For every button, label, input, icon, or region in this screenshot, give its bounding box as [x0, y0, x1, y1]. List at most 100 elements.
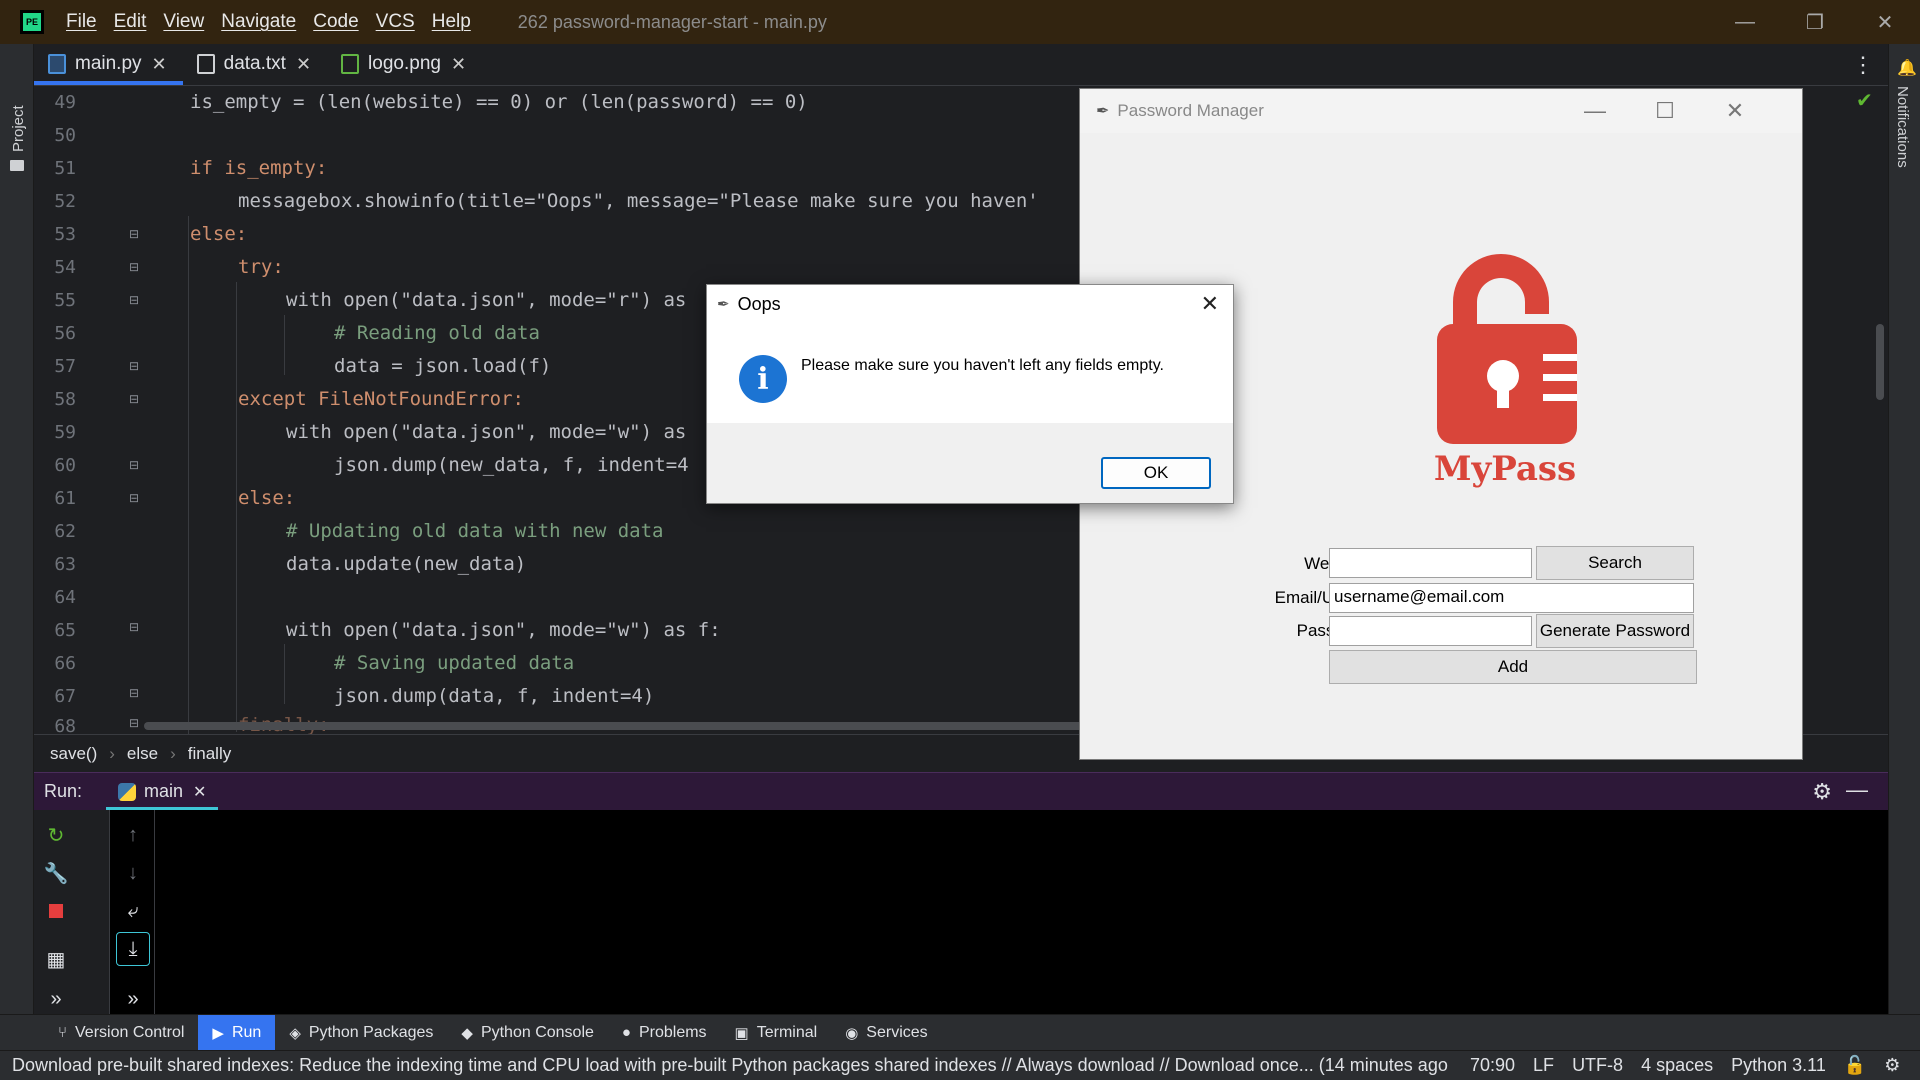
- tool-services[interactable]: ◉ Services: [831, 1015, 941, 1051]
- close-icon[interactable]: ✕: [1700, 89, 1770, 133]
- tool-run[interactable]: ▶ Run: [198, 1014, 276, 1051]
- fold-marker-icon[interactable]: ⊟: [126, 260, 142, 276]
- fold-end-icon[interactable]: ⊟: [126, 686, 142, 702]
- breadcrumb-item[interactable]: save(): [50, 744, 97, 764]
- menu-edit[interactable]: Edit: [114, 11, 147, 33]
- settings-gear-icon[interactable]: ⚙: [1884, 1055, 1900, 1076]
- run-panel-header: Run: main ✕ ⚙ —: [34, 772, 1888, 811]
- maximize-icon[interactable]: ☐: [1630, 89, 1700, 133]
- fold-marker-icon[interactable]: ⊟: [126, 392, 142, 408]
- tab-label: data.txt: [223, 53, 286, 74]
- project-tool-button[interactable]: Project: [10, 105, 27, 152]
- mypass-logo: MyPass: [1434, 254, 1577, 489]
- search-button[interactable]: Search: [1536, 546, 1694, 580]
- tool-python-packages[interactable]: ◈ Python Packages: [275, 1015, 447, 1051]
- line-number: 60: [54, 455, 76, 476]
- status-message[interactable]: Download pre-built shared indexes: Reduc…: [12, 1055, 1452, 1076]
- notifications-tool-button[interactable]: Notifications: [1894, 86, 1911, 168]
- gear-icon[interactable]: ⚙: [1812, 779, 1832, 805]
- text-file-icon: [196, 54, 215, 74]
- line-separator[interactable]: LF: [1533, 1055, 1554, 1076]
- arrow-up-icon[interactable]: ↑: [116, 818, 150, 852]
- website-input[interactable]: [1329, 548, 1532, 578]
- line-number: 58: [54, 389, 76, 410]
- more-tools-icon[interactable]: »: [116, 982, 150, 1016]
- fold-marker-icon[interactable]: ⊟: [126, 716, 142, 732]
- close-tab-icon[interactable]: ✕: [296, 54, 311, 75]
- tab-label: logo.png: [368, 53, 441, 74]
- tab-data-txt[interactable]: data.txt ✕: [183, 43, 327, 85]
- rerun-icon[interactable]: ↻: [39, 818, 73, 852]
- code-line-51: if is_empty:: [190, 157, 328, 179]
- fold-end-icon[interactable]: ⊟: [126, 458, 142, 474]
- close-icon[interactable]: ✕: [1201, 291, 1219, 317]
- add-button[interactable]: Add: [1329, 650, 1697, 684]
- menu-navigate[interactable]: Navigate: [221, 11, 296, 33]
- menu-help[interactable]: Help: [432, 11, 471, 33]
- code-line-62: # Updating old data with new data: [286, 520, 664, 542]
- breadcrumb-item[interactable]: finally: [188, 744, 231, 764]
- minimize-icon[interactable]: —: [1710, 0, 1780, 44]
- fold-marker-icon[interactable]: ⊟: [126, 227, 142, 243]
- hide-panel-icon[interactable]: —: [1846, 777, 1868, 803]
- menu-vcs[interactable]: VCS: [376, 11, 415, 33]
- no-problems-check-icon[interactable]: ✔: [1856, 88, 1873, 113]
- code-line-53: else:: [190, 223, 248, 245]
- soft-wrap-icon[interactable]: ⤶: [116, 894, 150, 928]
- minimize-icon[interactable]: —: [1560, 89, 1630, 133]
- tab-logo-png[interactable]: logo.png ✕: [327, 43, 482, 85]
- file-encoding[interactable]: UTF-8: [1572, 1055, 1623, 1076]
- line-number: 53: [54, 224, 76, 245]
- code-line-65: with open("data.json", mode="w") as f:: [286, 619, 721, 641]
- tab-main-py[interactable]: main.py ✕: [34, 43, 183, 85]
- fold-marker-icon[interactable]: ⊟: [126, 620, 142, 636]
- menu-view[interactable]: View: [163, 11, 204, 33]
- horizontal-scrollbar[interactable]: [144, 722, 1114, 730]
- fold-marker-icon[interactable]: ⊟: [126, 491, 142, 507]
- menu-file[interactable]: File: [66, 11, 97, 33]
- password-input[interactable]: [1329, 616, 1532, 646]
- terminal-icon: ▣: [734, 1024, 749, 1042]
- line-number: 51: [54, 158, 76, 179]
- stop-icon[interactable]: [39, 894, 73, 928]
- breadcrumb-item[interactable]: else: [127, 744, 158, 764]
- caret-position[interactable]: 70:90: [1470, 1055, 1515, 1076]
- bell-icon[interactable]: 🔔: [1897, 58, 1917, 78]
- wrench-icon[interactable]: 🔧: [39, 856, 73, 890]
- python-console-icon: ◆: [461, 1024, 473, 1042]
- indent-setting[interactable]: 4 spaces: [1641, 1055, 1713, 1076]
- close-tab-icon[interactable]: ✕: [193, 782, 206, 802]
- scroll-to-end-icon[interactable]: ⤓: [116, 932, 150, 966]
- ok-button[interactable]: OK: [1101, 457, 1211, 489]
- generate-password-button[interactable]: Generate Password: [1536, 614, 1694, 648]
- tool-version-control[interactable]: ⑂ Version Control: [44, 1015, 198, 1051]
- tab-label: main.py: [75, 53, 142, 74]
- fold-end-icon[interactable]: ⊟: [126, 359, 142, 375]
- pycharm-logo-icon[interactable]: PE: [20, 10, 44, 34]
- close-tab-icon[interactable]: ✕: [152, 54, 167, 75]
- run-tab-main[interactable]: main ✕: [106, 773, 219, 811]
- code-line-52: messagebox.showinfo(title="Oops", messag…: [238, 190, 1039, 212]
- code-line-55: with open("data.json", mode="r") as: [286, 289, 687, 311]
- tool-terminal[interactable]: ▣ Terminal: [721, 1015, 832, 1051]
- menu-code[interactable]: Code: [313, 11, 358, 33]
- more-tools-icon[interactable]: »: [39, 982, 73, 1016]
- lock-icon[interactable]: 🔓: [1844, 1055, 1866, 1076]
- run-console[interactable]: ↻ 🔧 ▦ » ↑ ↓ ⤶ ⤓ »: [34, 810, 1888, 1014]
- line-number: 59: [54, 422, 76, 443]
- tool-python-console[interactable]: ◆ Python Console: [447, 1015, 608, 1051]
- python-file-icon: [48, 54, 66, 74]
- more-options-icon[interactable]: ⋮: [1852, 52, 1874, 78]
- info-icon: i: [739, 355, 787, 403]
- close-tab-icon[interactable]: ✕: [451, 54, 466, 75]
- restore-icon[interactable]: ❐: [1780, 0, 1850, 44]
- fold-marker-icon[interactable]: ⊟: [126, 293, 142, 309]
- layout-icon[interactable]: ▦: [39, 942, 73, 976]
- code-line-61: else:: [238, 487, 296, 509]
- python-interpreter[interactable]: Python 3.11: [1731, 1055, 1826, 1076]
- close-icon[interactable]: ✕: [1850, 0, 1920, 44]
- vertical-scrollbar[interactable]: [1876, 324, 1884, 400]
- tool-problems[interactable]: ● Problems: [608, 1015, 721, 1051]
- email-input[interactable]: username@email.com: [1329, 583, 1694, 613]
- arrow-down-icon[interactable]: ↓: [116, 856, 150, 890]
